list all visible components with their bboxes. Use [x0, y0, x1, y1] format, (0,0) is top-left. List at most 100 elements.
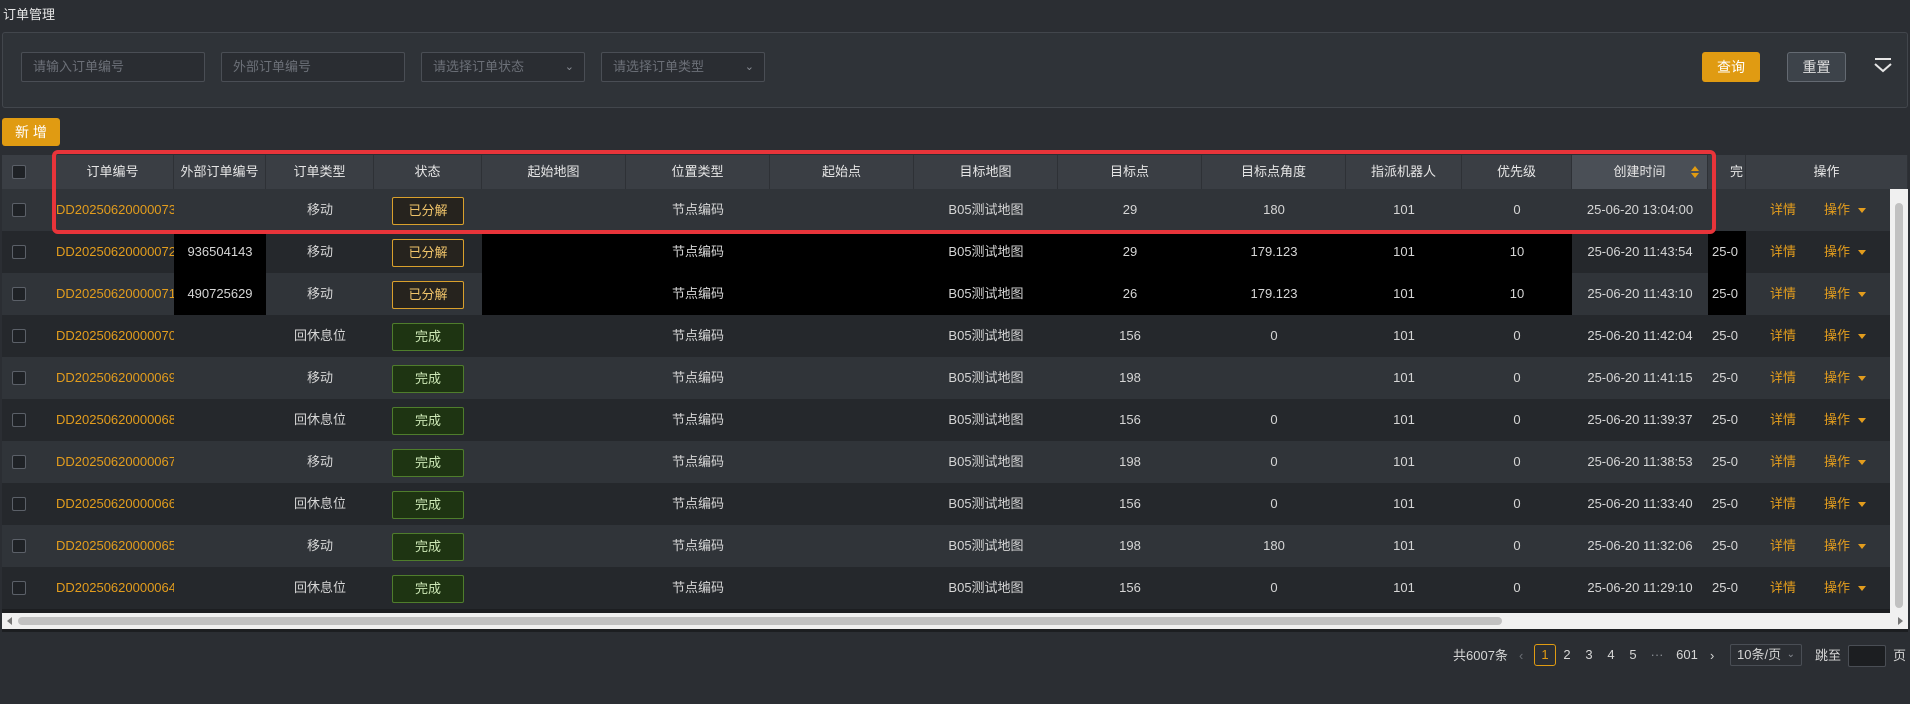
- col-pos-type[interactable]: 位置类型: [626, 155, 770, 189]
- operation-dropdown[interactable]: 操作: [1824, 441, 1867, 483]
- cell-created: 25-06-20 11:39:37: [1587, 412, 1693, 427]
- operation-dropdown[interactable]: 操作: [1824, 315, 1867, 357]
- col-order-no[interactable]: 订单编号: [52, 155, 174, 189]
- vertical-scrollbar[interactable]: [1890, 189, 1908, 613]
- external-no-input[interactable]: 外部订单编号: [221, 52, 405, 82]
- table-row[interactable]: DD20250620000064 回休息位 节点编码 B05测试地图 156 0 101 0 2…: [2, 567, 1908, 609]
- query-button[interactable]: 查询: [1702, 52, 1760, 82]
- more-pages-icon[interactable]: ···: [1646, 644, 1668, 666]
- vertical-scroll-thumb[interactable]: [1895, 203, 1903, 608]
- detail-link[interactable]: 详情: [1770, 567, 1796, 609]
- operation-dropdown[interactable]: 操作: [1824, 483, 1867, 525]
- cell-order-no[interactable]: DD20250620000073: [52, 189, 174, 231]
- detail-link[interactable]: 详情: [1770, 441, 1796, 483]
- scroll-right-icon[interactable]: [1898, 617, 1903, 625]
- page-2[interactable]: 2: [1556, 644, 1578, 666]
- col-target-map[interactable]: 目标地图: [914, 155, 1058, 189]
- cell-order-no[interactable]: DD20250620000065: [52, 525, 174, 567]
- detail-link[interactable]: 详情: [1770, 273, 1796, 315]
- cell-target-point: 156: [1119, 328, 1141, 343]
- cell-order-no[interactable]: DD20250620000068: [52, 399, 174, 441]
- detail-link[interactable]: 详情: [1770, 315, 1796, 357]
- status-select[interactable]: 请选择订单状态 ⌄: [421, 52, 585, 82]
- row-checkbox[interactable]: [12, 581, 26, 595]
- cell-order-no[interactable]: DD20250620000070: [52, 315, 174, 357]
- row-checkbox[interactable]: [12, 287, 26, 301]
- col-status[interactable]: 状态: [374, 155, 482, 189]
- cell-order-no[interactable]: DD20250620000067: [52, 441, 174, 483]
- table-row[interactable]: DD20250620000066 回休息位 节点编码 B05测试地图 156 0 101 0 2…: [2, 483, 1908, 525]
- operation-label: 操作: [1824, 370, 1851, 385]
- col-extra[interactable]: 完: [1708, 155, 1746, 189]
- row-checkbox[interactable]: [12, 245, 26, 259]
- row-checkbox[interactable]: [12, 329, 26, 343]
- jump-page-input[interactable]: [1848, 645, 1886, 667]
- page-4[interactable]: 4: [1600, 644, 1622, 666]
- table-row[interactable]: DD20250620000065 移动 节点编码 B05测试地图 198 180 101 0 2…: [2, 525, 1908, 567]
- page-3[interactable]: 3: [1578, 644, 1600, 666]
- cell-order-no[interactable]: DD20250620000069: [52, 357, 174, 399]
- operation-dropdown[interactable]: 操作: [1824, 525, 1867, 567]
- detail-link[interactable]: 详情: [1770, 525, 1796, 567]
- operation-dropdown[interactable]: 操作: [1824, 273, 1867, 315]
- row-checkbox[interactable]: [12, 497, 26, 511]
- cell-order-no[interactable]: DD20250620000071: [52, 273, 174, 315]
- cell-robot: 101: [1393, 580, 1415, 595]
- table-row[interactable]: DD20250620000073 移动 节点编码 B05测试地图 29 180 101 0 25…: [2, 189, 1908, 231]
- page-5[interactable]: 5: [1622, 644, 1644, 666]
- table-row[interactable]: DD20250620000072 936504143 移动 节点编码 B05测试地图 29…: [2, 231, 1908, 273]
- col-start-point[interactable]: 起始点: [770, 155, 914, 189]
- table-row[interactable]: DD20250620000067 移动 节点编码 B05测试地图 198 0 101 0 25-…: [2, 441, 1908, 483]
- detail-link[interactable]: 详情: [1770, 399, 1796, 441]
- type-select[interactable]: 请选择订单类型 ⌄: [601, 52, 765, 82]
- reset-button[interactable]: 重置: [1787, 52, 1846, 82]
- operation-dropdown[interactable]: 操作: [1824, 189, 1867, 231]
- sort-icon[interactable]: [1691, 166, 1699, 178]
- next-page-icon[interactable]: ›: [1710, 644, 1714, 668]
- operation-dropdown[interactable]: 操作: [1824, 399, 1867, 441]
- col-priority[interactable]: 优先级: [1462, 155, 1572, 189]
- cell-target-point: 156: [1119, 580, 1141, 595]
- scroll-left-icon[interactable]: [7, 617, 12, 625]
- operation-dropdown[interactable]: 操作: [1824, 567, 1867, 609]
- cell-order-no[interactable]: DD20250620000066: [52, 483, 174, 525]
- page-last[interactable]: 601: [1672, 644, 1702, 666]
- detail-link[interactable]: 详情: [1770, 357, 1796, 399]
- cell-angle: 180: [1263, 202, 1285, 217]
- select-all-checkbox[interactable]: [12, 165, 26, 179]
- detail-link[interactable]: 详情: [1770, 483, 1796, 525]
- prev-page-icon[interactable]: ‹: [1519, 644, 1523, 668]
- page-size-select[interactable]: 10条/页 ⌄: [1730, 644, 1802, 666]
- row-checkbox[interactable]: [12, 455, 26, 469]
- row-checkbox[interactable]: [12, 203, 26, 217]
- row-checkbox[interactable]: [12, 413, 26, 427]
- order-no-input[interactable]: 请输入订单编号: [21, 52, 205, 82]
- col-type[interactable]: 订单类型: [266, 155, 374, 189]
- row-checkbox[interactable]: [12, 371, 26, 385]
- detail-link[interactable]: 详情: [1770, 231, 1796, 273]
- page-1[interactable]: 1: [1534, 644, 1556, 666]
- cell-order-no[interactable]: DD20250620000072: [52, 231, 174, 273]
- table-row[interactable]: DD20250620000070 回休息位 节点编码 B05测试地图 156 0 101 0 2…: [2, 315, 1908, 357]
- table-row[interactable]: DD20250620000069 移动 节点编码 B05测试地图 198 101 0 25-0…: [2, 357, 1908, 399]
- cell-created: 25-06-20 11:42:04: [1587, 328, 1693, 343]
- operation-label: 操作: [1824, 328, 1851, 343]
- operation-dropdown[interactable]: 操作: [1824, 231, 1867, 273]
- horizontal-scroll-thumb[interactable]: [18, 617, 1502, 625]
- cell-order-no[interactable]: DD20250620000064: [52, 567, 174, 609]
- col-start-map[interactable]: 起始地图: [482, 155, 626, 189]
- col-external-no[interactable]: 外部订单编号: [174, 155, 266, 189]
- col-robot[interactable]: 指派机器人: [1346, 155, 1462, 189]
- table-row[interactable]: DD20250620000068 回休息位 节点编码 B05测试地图 156 0 101 0 2…: [2, 399, 1908, 441]
- row-checkbox[interactable]: [12, 539, 26, 553]
- add-order-button[interactable]: 新 增: [2, 118, 60, 146]
- col-target-point[interactable]: 目标点: [1058, 155, 1202, 189]
- table-row[interactable]: DD20250620000071 490725629 移动 节点编码 B05测试地图 26…: [2, 273, 1908, 315]
- detail-link[interactable]: 详情: [1770, 189, 1796, 231]
- operation-dropdown[interactable]: 操作: [1824, 357, 1867, 399]
- col-angle[interactable]: 目标点角度: [1202, 155, 1346, 189]
- horizontal-scrollbar[interactable]: [2, 613, 1908, 629]
- col-created[interactable]: 创建时间: [1572, 155, 1708, 189]
- cell-external-no: [174, 441, 266, 483]
- collapse-filter-icon[interactable]: [1871, 54, 1895, 78]
